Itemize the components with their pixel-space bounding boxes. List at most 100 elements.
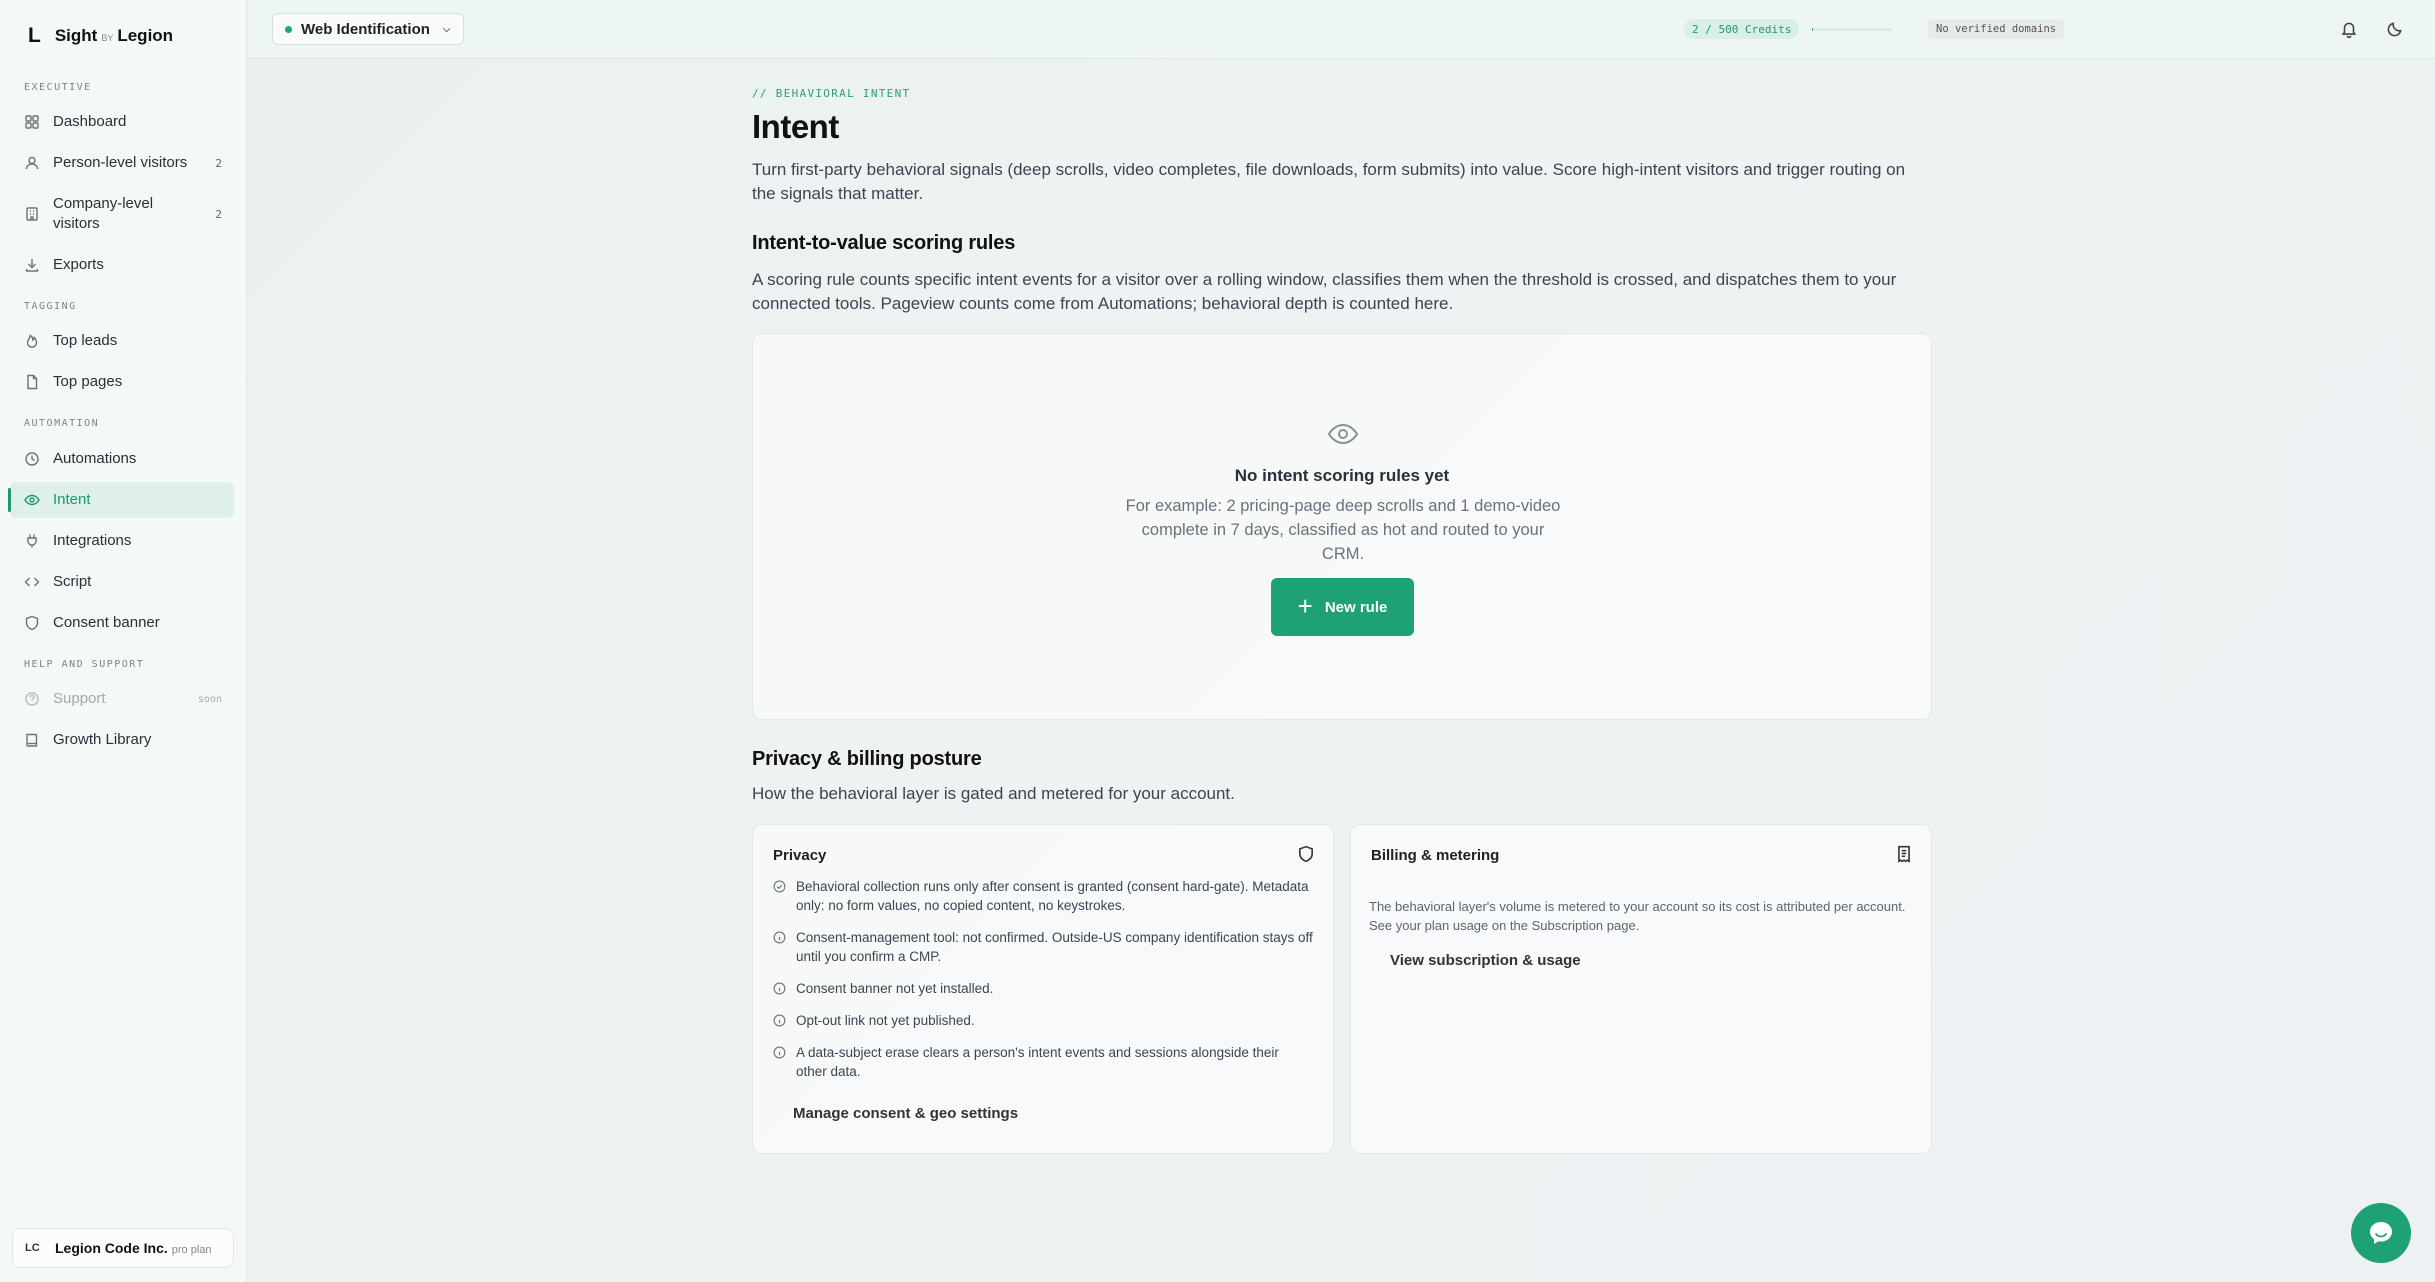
sidebar-item-dashboard[interactable]: Dashboard [10, 104, 234, 140]
user-icon [24, 155, 40, 171]
privacy-item: Consent banner not yet installed. [773, 979, 1313, 998]
sidebar-item-label: Top pages [53, 373, 123, 390]
brand-name-left: Sight [54, 26, 98, 45]
nav-section-tagging: TAGGING [24, 301, 77, 312]
help-icon [24, 691, 40, 707]
empty-rules-card: No intent scoring rules yet For example:… [752, 333, 1932, 720]
domains-badge[interactable]: No verified domains [1928, 19, 2065, 39]
sidebar-item-label: Person-level visitors [53, 154, 188, 171]
sidebar-item-script[interactable]: Script [10, 564, 234, 600]
sidebar-item-support: Support soon [10, 681, 234, 717]
chat-button[interactable] [2351, 1203, 2411, 1263]
sidebar: L Sight BY Legion EXECUTIVE Dashboard Pers… [0, 0, 247, 1282]
sidebar-item-label: Script [53, 573, 92, 590]
check-circle-icon [773, 880, 786, 893]
sidebar-item-consent-banner[interactable]: Consent banner [10, 605, 234, 641]
moon-icon[interactable] [2384, 18, 2406, 40]
sidebar-item-integrations[interactable]: Integrations [10, 523, 234, 559]
credits-progress-fill [1812, 28, 1813, 31]
clock-icon [24, 451, 40, 467]
credits-progress [1812, 28, 1892, 31]
new-rule-label: New rule [1324, 598, 1388, 616]
privacy-item: A data-subject erase clears a person's i… [773, 1043, 1313, 1081]
privacy-list: Behavioral collection runs only after co… [773, 877, 1313, 1094]
sidebar-item-top-leads[interactable]: Top leads [10, 323, 234, 359]
code-icon [24, 574, 40, 590]
empty-state-title: No intent scoring rules yet [1234, 466, 1450, 485]
flame-icon [24, 333, 40, 349]
product-switcher[interactable]: Web Identification ⌵ [272, 13, 464, 45]
org-name-text: Legion Code Inc. [55, 1240, 168, 1256]
nav-section-help-and-support: HELP AND SUPPORT [24, 659, 145, 670]
brand-mark: L [28, 24, 41, 47]
info-circle-icon [773, 1046, 786, 1059]
view-subscription-link[interactable]: View subscription & usage [1390, 952, 1581, 969]
privacy-item-text: Consent banner not yet installed. [796, 981, 994, 996]
brand-name-right: Legion [117, 26, 174, 45]
sidebar-item-label: Growth Library [53, 731, 152, 748]
privacy-item-text: Consent-management tool: not confirmed. … [796, 930, 1313, 964]
brand-name: Sight BY Legion [55, 26, 173, 46]
bell-icon[interactable] [2338, 18, 2360, 40]
book-icon [24, 732, 40, 748]
credits-badge: 2 / 500 Credits [1684, 19, 1800, 39]
sidebar-item-intent[interactable]: Intent [8, 482, 234, 518]
download-icon [24, 257, 40, 273]
sidebar-item-label: Intent [53, 491, 91, 508]
sidebar-item-top-pages[interactable]: Top pages [10, 364, 234, 400]
eye-icon [24, 492, 40, 508]
privacy-item: Behavioral collection runs only after co… [773, 877, 1313, 915]
org-plan: pro plan [171, 1244, 212, 1256]
new-rule-button[interactable]: + New rule [1271, 578, 1414, 636]
file-icon [24, 374, 40, 390]
status-dot [285, 25, 292, 33]
info-circle-icon [773, 1014, 786, 1027]
eye-icon [1327, 423, 1359, 445]
billing-title: Billing & metering [1371, 847, 1500, 864]
org-switcher[interactable]: LC Legion Code Inc. pro plan [12, 1228, 234, 1268]
manage-consent-link[interactable]: Manage consent & geo settings [793, 1105, 1018, 1122]
sidebar-item-automations[interactable]: Automations [10, 441, 234, 477]
sidebar-item-label: Top leads [53, 332, 118, 349]
chevron-down-icon: ⌵ [442, 23, 451, 35]
sidebar-item-growth-library[interactable]: Growth Library [10, 722, 234, 758]
sidebar-item-label: Support [53, 690, 106, 707]
sidebar-item-label: Dashboard [53, 113, 127, 130]
sidebar-item-exports[interactable]: Exports [10, 247, 234, 283]
privacy-item: Consent-management tool: not confirmed. … [773, 928, 1313, 966]
posture-heading: Privacy & billing posture [752, 748, 982, 770]
shield-icon [1299, 845, 1313, 863]
privacy-item: Opt-out link not yet published. [773, 1011, 1313, 1030]
topbar: Web Identification ⌵ [248, 0, 2435, 59]
posture-description: How the behavioral layer is gated and me… [752, 784, 1235, 803]
plug-icon [24, 533, 40, 549]
company-count: 2 [215, 207, 222, 221]
plus-icon: + [1297, 590, 1313, 621]
nav-section-automation: AUTOMATION [24, 418, 100, 429]
privacy-title: Privacy [773, 847, 827, 864]
soon-badge: soon [197, 693, 222, 705]
info-circle-icon [773, 982, 786, 995]
receipt-icon [1898, 845, 1910, 863]
page-lead: Turn first-party behavioral signals (dee… [752, 160, 1906, 203]
sidebar-item-company-level-visitors[interactable]: Company-level visitors 2 [10, 187, 234, 241]
building-icon [24, 206, 40, 222]
sidebar-item-label: Exports [53, 256, 104, 273]
shield-icon [24, 615, 40, 631]
info-circle-icon [773, 931, 786, 944]
privacy-item-text: Behavioral collection runs only after co… [796, 879, 1309, 913]
rules-description: A scoring rule counts specific intent ev… [752, 270, 1897, 313]
brand-name-by: BY [101, 33, 114, 43]
billing-description: The behavioral layer's volume is metered… [1369, 899, 1906, 933]
grid-icon [24, 114, 40, 130]
page-eyebrow: // BEHAVIORAL INTENT [752, 87, 911, 100]
rules-heading: Intent-to-value scoring rules [752, 232, 1016, 254]
visitor-count: 2 [215, 156, 222, 170]
chat-icon [2370, 1222, 2392, 1244]
brand-logo[interactable]: L Sight BY Legion [28, 24, 173, 48]
sidebar-item-label: Integrations [53, 532, 132, 549]
sidebar-item-person-level-visitors[interactable]: Person-level visitors 2 [10, 145, 234, 181]
org-name: Legion Code Inc. pro plan [55, 1240, 212, 1256]
billing-card: Billing & metering The behavioral layer'… [1350, 824, 1932, 1154]
page-title: Intent [752, 108, 839, 145]
